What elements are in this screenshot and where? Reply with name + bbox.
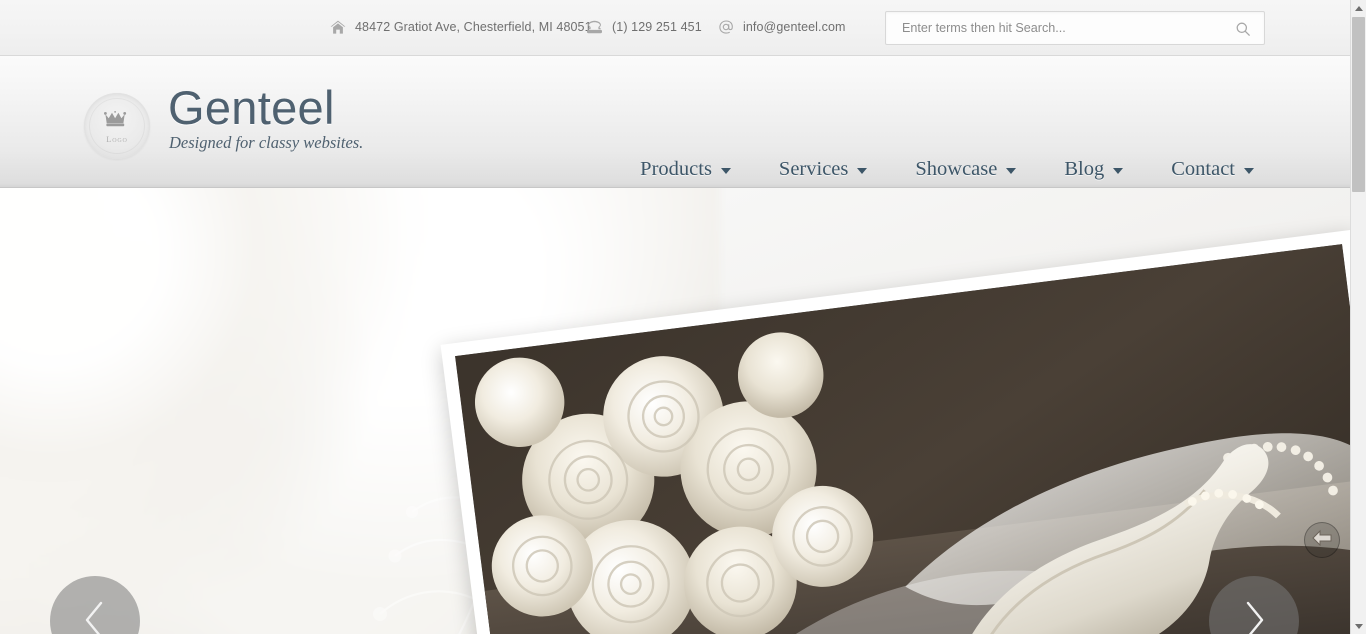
chevron-down-icon: [1006, 168, 1017, 174]
nav-label: Blog: [1064, 158, 1105, 180]
nav-item-contact[interactable]: Contact: [1147, 158, 1278, 181]
nav-label: Contact: [1171, 158, 1235, 180]
contact-phone: (1) 129 251 451: [586, 19, 702, 35]
nav-label: Services: [778, 158, 849, 180]
page-viewport: 48472 Gratiot Ave, Chesterfield, MI 4805…: [0, 0, 1350, 634]
top-utility-bar: 48472 Gratiot Ave, Chesterfield, MI 4805…: [0, 0, 1350, 56]
brand-text: Genteel Designed for classy websites.: [168, 62, 363, 153]
back-arrow-overlay-button[interactable]: [1304, 522, 1340, 558]
chevron-down-icon: [1113, 168, 1124, 174]
nav-label: Showcase: [915, 158, 998, 180]
search-button[interactable]: [1232, 18, 1254, 40]
logo-emblem: Logo: [84, 93, 150, 159]
chevron-left-icon: [78, 596, 112, 634]
brand-logo[interactable]: Logo Genteel Designed for classy website…: [84, 62, 363, 159]
logo-word-text: Logo: [106, 133, 128, 144]
chevron-down-icon: [1244, 168, 1254, 174]
vertical-scrollbar[interactable]: [1350, 0, 1366, 634]
scroll-up-button[interactable]: [1351, 0, 1366, 16]
site-header: Logo Genteel Designed for classy website…: [0, 56, 1350, 188]
main-navigation: Products Services Showcase Blog Contact: [616, 158, 1278, 181]
chevron-down-icon: [857, 168, 868, 174]
contact-address: 48472 Gratiot Ave, Chesterfield, MI 4805…: [330, 19, 592, 35]
nav-label: Products: [640, 158, 712, 180]
nav-item-products[interactable]: Products: [616, 158, 755, 181]
search-box[interactable]: [885, 11, 1265, 45]
nav-item-blog[interactable]: Blog: [1040, 158, 1147, 181]
nav-item-services[interactable]: Services: [755, 158, 891, 181]
contact-email: info@genteel.com: [718, 19, 846, 35]
search-icon: [1235, 21, 1251, 37]
address-text: 48472 Gratiot Ave, Chesterfield, MI 4805…: [355, 20, 592, 34]
phone-text: (1) 129 251 451: [612, 20, 702, 34]
chevron-right-icon: [1237, 596, 1271, 634]
crown-icon: [104, 110, 130, 133]
arrow-left-icon: [1311, 529, 1333, 552]
at-sign-icon: [718, 19, 734, 35]
site-title: Genteel: [168, 81, 335, 134]
search-input[interactable]: [902, 12, 1222, 44]
caret-up-icon: [1354, 5, 1363, 11]
scrollbar-thumb[interactable]: [1352, 17, 1365, 192]
chevron-down-icon: [720, 168, 731, 174]
browser-page: 48472 Gratiot Ave, Chesterfield, MI 4805…: [0, 0, 1366, 634]
telephone-icon: [586, 20, 603, 34]
scroll-down-button[interactable]: [1351, 618, 1366, 634]
site-tagline: Designed for classy websites.: [169, 133, 364, 152]
caret-down-icon: [1354, 623, 1363, 629]
nav-item-showcase[interactable]: Showcase: [891, 158, 1040, 181]
hero-slider: First Product Praesent nec aliquet elit.…: [0, 188, 1350, 634]
email-text: info@genteel.com: [743, 20, 846, 34]
home-icon: [330, 20, 346, 35]
